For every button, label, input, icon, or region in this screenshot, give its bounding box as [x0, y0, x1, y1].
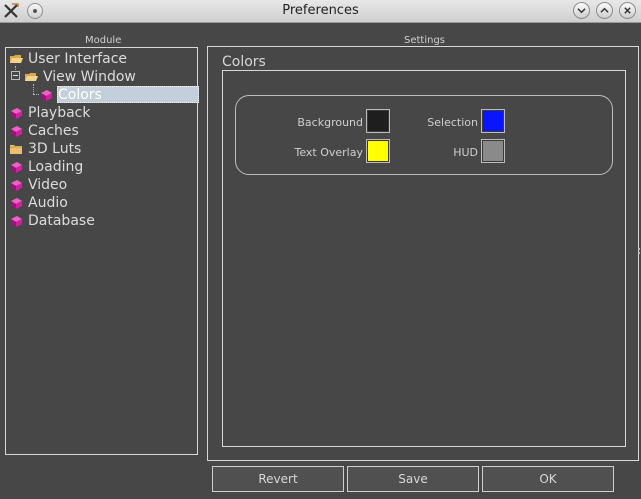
revert-button[interactable]: Revert: [212, 466, 344, 492]
chevron-up-icon: [600, 7, 609, 13]
tree-item-label: User Interface: [28, 50, 128, 67]
hud-color-fill: [483, 141, 503, 161]
collapse-toggle[interactable]: [11, 71, 20, 80]
settings-header: Settings: [404, 35, 446, 46]
selection-color-fill: [483, 111, 503, 131]
book-icon: [11, 179, 22, 191]
chevron-down-icon: [577, 8, 586, 14]
hud-color-swatch[interactable]: [481, 139, 505, 163]
save-button[interactable]: Save: [347, 466, 479, 492]
tree-item-label: Colors: [58, 86, 102, 103]
tree-item-colors[interactable]: Colors: [39, 86, 199, 103]
tree-item-label: View Window: [43, 68, 136, 85]
selection-color-swatch[interactable]: [481, 109, 505, 133]
tree-line: [33, 84, 34, 94]
background-label: Background: [297, 116, 363, 129]
close-icon: [624, 7, 631, 14]
tree-item-playback[interactable]: Playback: [9, 104, 90, 121]
module-tree[interactable]: User Interface View Window Colors Playba…: [5, 47, 199, 455]
module-header: Module: [85, 35, 122, 46]
tree-item-user-interface[interactable]: User Interface: [9, 50, 127, 67]
tree-item-label: 3D Luts: [28, 140, 82, 157]
book-icon: [41, 89, 52, 101]
tree-item-3d-luts[interactable]: 3D Luts: [9, 140, 81, 157]
tree-item-label: Loading: [28, 158, 84, 175]
window-title: Preferences: [282, 3, 359, 18]
folder-open-icon: [25, 72, 38, 81]
ok-button[interactable]: OK: [482, 466, 614, 492]
colors-group: [235, 95, 613, 175]
book-icon: [11, 125, 22, 137]
title-bar: Preferences: [0, 0, 641, 23]
text-overlay-color-swatch[interactable]: [366, 139, 390, 163]
tree-item-label: Caches: [28, 122, 79, 139]
book-icon: [11, 215, 22, 227]
text-overlay-color-fill: [368, 141, 388, 161]
tree-item-label: Database: [28, 212, 95, 229]
text-overlay-label: Text Overlay: [294, 146, 363, 159]
background-color-fill: [368, 111, 388, 131]
colors-title: Colors: [222, 54, 266, 70]
book-icon: [11, 107, 22, 119]
tree-item-database[interactable]: Database: [9, 212, 95, 229]
hud-label: HUD: [453, 146, 478, 159]
folder-icon: [10, 144, 22, 154]
minimize-button[interactable]: [573, 2, 590, 19]
tree-item-loading[interactable]: Loading: [9, 158, 83, 175]
tree-item-label: Video: [28, 176, 68, 193]
book-icon: [11, 161, 22, 173]
maximize-button[interactable]: [596, 2, 613, 19]
tree-item-caches[interactable]: Caches: [9, 122, 79, 139]
book-icon: [11, 197, 22, 209]
tree-item-video[interactable]: Video: [9, 176, 67, 193]
folder-open-icon: [10, 54, 23, 63]
background-color-swatch[interactable]: [366, 109, 390, 133]
tree-item-audio[interactable]: Audio: [9, 194, 68, 211]
tree-item-label: Audio: [28, 194, 68, 211]
tree-item-label: Playback: [28, 104, 91, 121]
tree-item-view-window[interactable]: View Window: [24, 68, 136, 85]
close-button[interactable]: [619, 2, 636, 19]
selection-label: Selection: [427, 116, 478, 129]
